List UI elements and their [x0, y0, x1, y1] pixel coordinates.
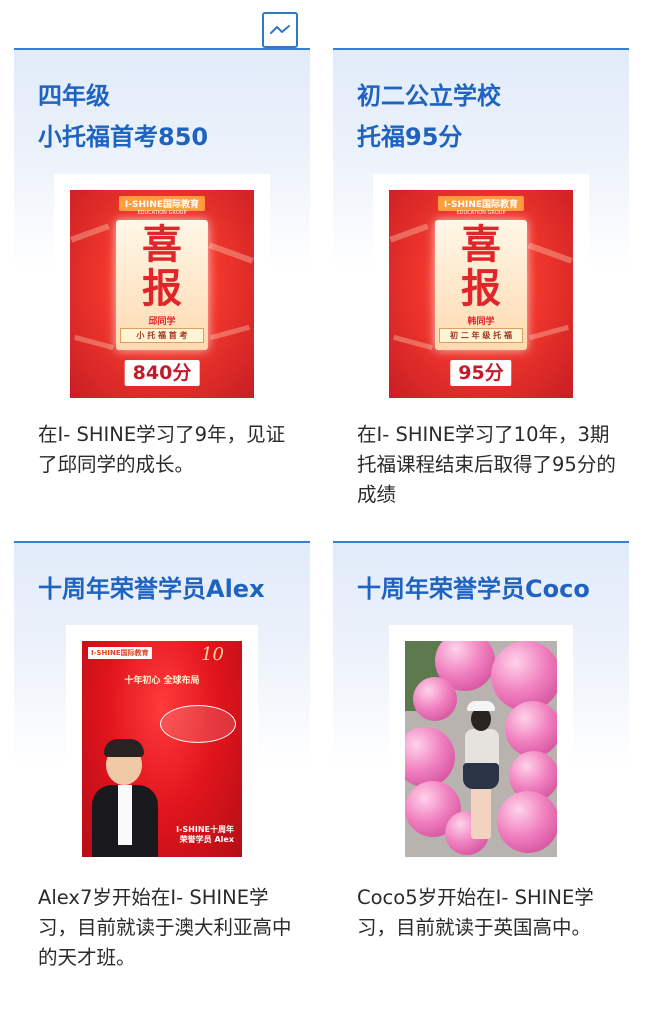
poster-logo: I-SHINE国际教育 — [88, 647, 152, 659]
achievement-card-3: 十周年荣誉学员Alex I-SHINE国际教育 10 十年初心 全球布局 I-S… — [14, 541, 310, 1011]
chart-trend-icon[interactable] — [262, 12, 298, 48]
achievement-card-2: 初二公立学校 托福95分 I-SHINE国际教育 EDUCATION GROUP… — [333, 48, 629, 510]
student-figure-shirt — [118, 785, 132, 845]
poster-panel: 喜 报 邱同学 小 托 福 首 考 — [116, 220, 208, 350]
speech-bubble — [160, 705, 236, 743]
poster-panel: 喜 报 韩同学 初 二 年 级 托 福 — [435, 220, 527, 350]
poster-caption-line2: 荣誉学员 Alex — [179, 835, 234, 844]
poster-exam: 初 二 年 级 托 福 — [439, 328, 523, 343]
card-title-line2: 小托福首考850 — [38, 123, 209, 151]
poster-student-name: 韩同学 — [467, 317, 495, 327]
poster-caption-line1: I-SHINE十周年 — [176, 825, 234, 834]
poster-frame: I-SHINE国际教育 EDUCATION GROUP 喜 报 韩同学 初 二 … — [373, 174, 589, 398]
congrats-poster: I-SHINE国际教育 EDUCATION GROUP 喜 报 韩同学 初 二 … — [389, 190, 573, 398]
poster-score: 840分 — [124, 360, 200, 386]
card-body: Coco5岁开始在I- SHINE学习，目前就读于英国高中。 — [357, 886, 594, 939]
card-title-line1: 四年级 — [38, 82, 110, 110]
card-body: 在I- SHINE学习了10年，3期托福课程结束后取得了95分的成绩 — [357, 423, 616, 506]
girl-figure-skirt — [463, 763, 499, 789]
poster-logo: I-SHINE国际教育 — [437, 196, 525, 211]
card-title-line1: 初二公立学校 — [357, 82, 501, 110]
girl-figure-hat — [467, 701, 495, 711]
card-title: 十周年荣誉学员Coco — [357, 569, 590, 610]
congrats-poster: I-SHINE国际教育 EDUCATION GROUP 喜 报 邱同学 小 托 … — [70, 190, 254, 398]
poster-student-name: 邱同学 — [148, 317, 176, 327]
photo-frame — [389, 625, 573, 865]
card-title: 四年级 小托福首考850 — [38, 76, 208, 158]
girl-figure-legs — [471, 781, 491, 839]
poster-char-2: 报 — [142, 266, 182, 312]
poster-logo-sub: EDUCATION GROUP — [456, 210, 506, 216]
card-title-line2: 托福95分 — [357, 123, 463, 151]
card-body: Alex7岁开始在I- SHINE学习，目前就读于澳大利亚高中的天才班。 — [38, 886, 292, 969]
achievement-card-4: 十周年荣誉学员Coco Coco5岁开始在I- SHINE学习，目前就读于英国高… — [333, 541, 629, 1011]
poster-slogan: 十年初心 全球布局 — [124, 676, 200, 686]
poster-frame: I-SHINE国际教育 EDUCATION GROUP 喜 报 邱同学 小 托 … — [54, 174, 270, 398]
poster-tenth-anniversary: 10 — [201, 644, 224, 665]
student-figure-hair — [104, 739, 144, 757]
card-title-line1: 十周年荣誉学员Coco — [357, 575, 590, 603]
achievement-card-1: 四年级 小托福首考850 I-SHINE国际教育 EDUCATION GROUP… — [14, 48, 310, 510]
card-title: 初二公立学校 托福95分 — [357, 76, 501, 158]
poster-logo-sub: EDUCATION GROUP — [137, 210, 187, 216]
poster-char-1: 喜 — [461, 222, 501, 268]
card-title: 十周年荣誉学员Alex — [38, 569, 265, 610]
poster-score: 95分 — [450, 360, 512, 386]
card-title-line1: 十周年荣誉学员Alex — [38, 575, 265, 603]
coco-photo — [405, 641, 557, 857]
poster-logo: I-SHINE国际教育 — [118, 196, 206, 211]
poster-char-1: 喜 — [142, 222, 182, 268]
poster-exam: 小 托 福 首 考 — [120, 328, 204, 343]
alex-poster: I-SHINE国际教育 10 十年初心 全球布局 I-SHINE十周年 荣誉学员… — [82, 641, 242, 857]
card-body: 在I- SHINE学习了9年，见证了邱同学的成长。 — [38, 423, 286, 476]
poster-frame: I-SHINE国际教育 10 十年初心 全球布局 I-SHINE十周年 荣誉学员… — [66, 625, 258, 865]
poster-caption: I-SHINE十周年 荣誉学员 Alex — [176, 825, 234, 845]
poster-char-2: 报 — [461, 266, 501, 312]
